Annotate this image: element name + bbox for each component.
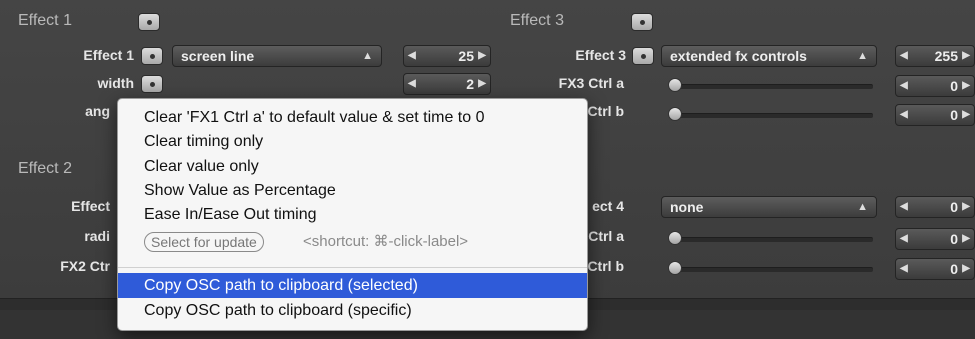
effect1-stepper-value: 25 xyxy=(458,48,474,64)
fx4-ctrl-b-slider-knob[interactable] xyxy=(668,261,682,275)
arrow-left-icon[interactable]: ◀ xyxy=(900,105,908,125)
effect3-section-title: Effect 3 xyxy=(510,12,564,29)
arrow-right-icon[interactable]: ▶ xyxy=(962,197,970,217)
arrow-left-icon[interactable]: ◀ xyxy=(408,74,416,94)
menu-item-copy-osc-selected[interactable]: Copy OSC path to clipboard (selected) xyxy=(118,273,587,298)
effect2-label: Effect xyxy=(71,198,110,214)
fx4-ctrl-b-stepper-value: 0 xyxy=(950,261,958,277)
menu-item-clear-value[interactable]: Clear value only xyxy=(118,154,587,179)
effect4-select[interactable]: none ▲ xyxy=(661,196,877,218)
chevron-updown-icon: ▲ xyxy=(857,50,868,62)
arrow-left-icon[interactable]: ◀ xyxy=(900,197,908,217)
fx3-ctrl-a-stepper[interactable]: ◀ 0 ▶ xyxy=(895,75,975,97)
context-menu: Clear 'FX1 Ctrl a' to default value & se… xyxy=(117,98,588,331)
arrow-right-icon[interactable]: ▶ xyxy=(962,105,970,125)
effect1-label: Effect 1 xyxy=(83,47,134,63)
arrow-left-icon[interactable]: ◀ xyxy=(900,259,908,279)
fx3-ctrl-a-slider[interactable] xyxy=(673,84,873,89)
arrow-right-icon[interactable]: ▶ xyxy=(478,74,486,94)
effect3-select[interactable]: extended fx controls ▲ xyxy=(661,45,877,67)
shortcut-hint: <shortcut: ⌘-click-label> xyxy=(303,233,469,250)
menu-separator xyxy=(118,267,587,268)
arrow-right-icon[interactable]: ▶ xyxy=(962,229,970,249)
effect3-label: Effect 3 xyxy=(575,47,626,63)
fx3-ctrl-a-slider-knob[interactable] xyxy=(668,78,682,92)
menu-item-ease-timing[interactable]: Ease In/Ease Out timing xyxy=(118,202,587,227)
effect4-stepper[interactable]: ◀ 0 ▶ xyxy=(895,196,975,218)
fx2-ctrl-label: FX2 Ctr xyxy=(60,258,110,274)
angle-label: ang xyxy=(85,103,110,119)
fx4-ctrl-a-slider-knob[interactable] xyxy=(668,231,682,245)
effect3-section-button[interactable] xyxy=(631,13,653,31)
arrow-left-icon[interactable]: ◀ xyxy=(900,46,908,66)
fx4-ctrl-a-stepper-value: 0 xyxy=(950,231,958,247)
fx3-ctrl-b-slider-knob[interactable] xyxy=(668,107,682,121)
fx3-ctrl-b-stepper-value: 0 xyxy=(950,107,958,123)
width-label: width xyxy=(97,75,134,91)
effect3-stepper-value: 255 xyxy=(934,48,958,64)
menu-item-clear-default[interactable]: Clear 'FX1 Ctrl a' to default value & se… xyxy=(118,105,587,130)
arrow-right-icon[interactable]: ▶ xyxy=(962,76,970,96)
effect1-stepper[interactable]: ◀ 25 ▶ xyxy=(403,45,491,67)
fx4-ctrl-a-slider[interactable] xyxy=(673,237,873,242)
effect1-section-title: Effect 1 xyxy=(18,12,72,29)
effect3-stepper[interactable]: ◀ 255 ▶ xyxy=(895,45,975,67)
width-stepper[interactable]: ◀ 2 ▶ xyxy=(403,73,491,95)
width-learn-button[interactable] xyxy=(141,75,163,93)
effect1-select-value: screen line xyxy=(181,48,255,64)
arrow-left-icon[interactable]: ◀ xyxy=(900,76,908,96)
effect1-section-button[interactable] xyxy=(138,13,160,31)
fx4-ctrl-b-slider[interactable] xyxy=(673,267,873,272)
fx4-ctrl-b-stepper[interactable]: ◀ 0 ▶ xyxy=(895,258,975,280)
fx4-ctrl-a-stepper[interactable]: ◀ 0 ▶ xyxy=(895,228,975,250)
arrow-right-icon[interactable]: ▶ xyxy=(478,46,486,66)
arrow-left-icon[interactable]: ◀ xyxy=(900,229,908,249)
menu-item-show-percentage[interactable]: Show Value as Percentage xyxy=(118,178,587,203)
menu-item-copy-osc-specific[interactable]: Copy OSC path to clipboard (specific) xyxy=(118,298,587,323)
effect1-learn-button[interactable] xyxy=(141,47,163,65)
select-for-update-button[interactable]: Select for update xyxy=(144,231,264,252)
effect3-select-value: extended fx controls xyxy=(670,48,807,64)
effect1-select[interactable]: screen line ▲ xyxy=(172,45,382,67)
menu-item-select-for-update-row: Select for update <shortcut: ⌘-click-lab… xyxy=(118,228,587,255)
arrow-left-icon[interactable]: ◀ xyxy=(408,46,416,66)
menu-item-clear-timing[interactable]: Clear timing only xyxy=(118,129,587,154)
fx3-ctrl-b-stepper[interactable]: ◀ 0 ▶ xyxy=(895,104,975,126)
arrow-right-icon[interactable]: ▶ xyxy=(962,259,970,279)
effect3-learn-button[interactable] xyxy=(632,47,654,65)
chevron-updown-icon: ▲ xyxy=(362,50,373,62)
fx3-ctrl-b-slider[interactable] xyxy=(673,113,873,118)
width-stepper-value: 2 xyxy=(466,76,474,92)
arrow-right-icon[interactable]: ▶ xyxy=(962,46,970,66)
effect4-stepper-value: 0 xyxy=(950,199,958,215)
fx3-ctrl-a-stepper-value: 0 xyxy=(950,78,958,94)
effect2-section-title: Effect 2 xyxy=(18,160,72,177)
effect4-select-value: none xyxy=(670,199,704,215)
chevron-updown-icon: ▲ xyxy=(857,201,868,213)
fx3-ctrl-a-label: FX3 Ctrl a xyxy=(558,75,624,91)
radius-label: radi xyxy=(84,228,110,244)
